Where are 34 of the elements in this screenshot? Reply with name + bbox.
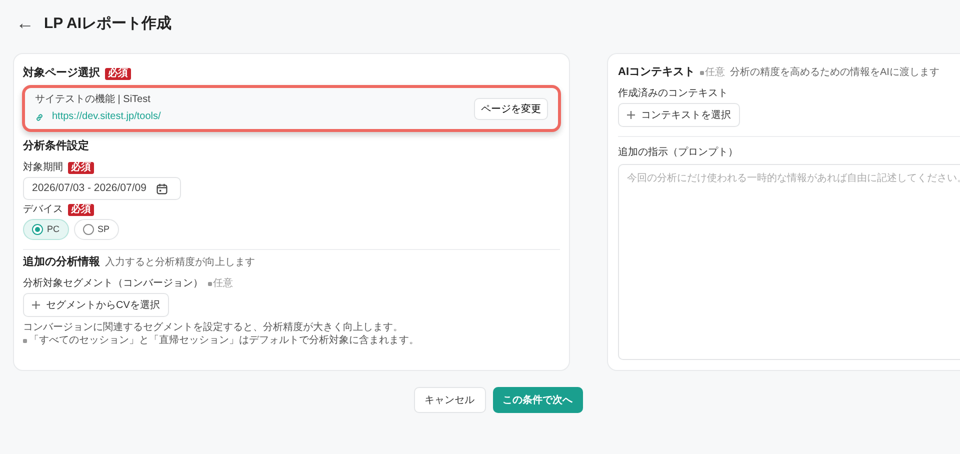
- field-label: 作成済みのコンテキスト: [618, 88, 728, 100]
- page-name: サイテストの機能 | SiTest: [35, 94, 152, 106]
- help-text: コンバージョンに関連するセグメントを設定すると、分析精度が大きく向上します。: [23, 322, 404, 334]
- prompt-field[interactable]: 今回の分析にだけ使われる一時的な情報があれば自由に記述してください。: [618, 164, 960, 360]
- select-segment-button[interactable]: セグメントからCVを選択: [23, 293, 169, 318]
- calendar-icon: [156, 182, 168, 195]
- required-badge: 必須: [68, 204, 94, 216]
- page-title: LP AIレポート作成: [44, 14, 172, 32]
- bullet-icon: [23, 339, 27, 344]
- field-label: 分析対象セグメント（コンバージョン）: [23, 278, 203, 290]
- select-context-button[interactable]: コンテキストを選択: [618, 103, 740, 128]
- optional-label: 任意: [213, 278, 233, 290]
- link-icon: [35, 112, 44, 122]
- plus-icon: [627, 111, 635, 120]
- section-hint: 入力すると分析精度が向上します: [105, 256, 255, 269]
- device-radio[interactable]: PC: [23, 218, 69, 240]
- back-button[interactable]: ←: [16, 12, 34, 34]
- plus-icon: [32, 301, 40, 310]
- section-title: 追加の分析情報: [23, 256, 100, 270]
- section-title: 分析条件設定: [23, 140, 89, 154]
- section-title: 対象ページ選択: [23, 67, 100, 80]
- cancel-button[interactable]: キャンセル: [414, 387, 486, 413]
- device-radio[interactable]: SP: [74, 218, 119, 240]
- help-text: 「すべてのセッション」と「直帰セッション」はデフォルトで分析対象に含まれます。: [29, 335, 419, 348]
- field-label: 対象期間: [23, 162, 63, 174]
- section-hint: 分析の精度を高めるための情報をAIに渡します: [730, 66, 940, 79]
- required-badge: 必須: [68, 162, 94, 174]
- required-badge: 必須: [105, 68, 131, 80]
- optional-label: 任意: [705, 66, 725, 79]
- change-page-button[interactable]: ページを変更: [474, 98, 548, 120]
- field-label: 追加の指示（プロンプト）: [618, 147, 738, 160]
- section-title: AIコンテキスト: [618, 66, 695, 80]
- field-label: デバイス: [23, 204, 63, 216]
- date-range-field[interactable]: 2026/07/03 - 2026/07/09: [23, 177, 181, 200]
